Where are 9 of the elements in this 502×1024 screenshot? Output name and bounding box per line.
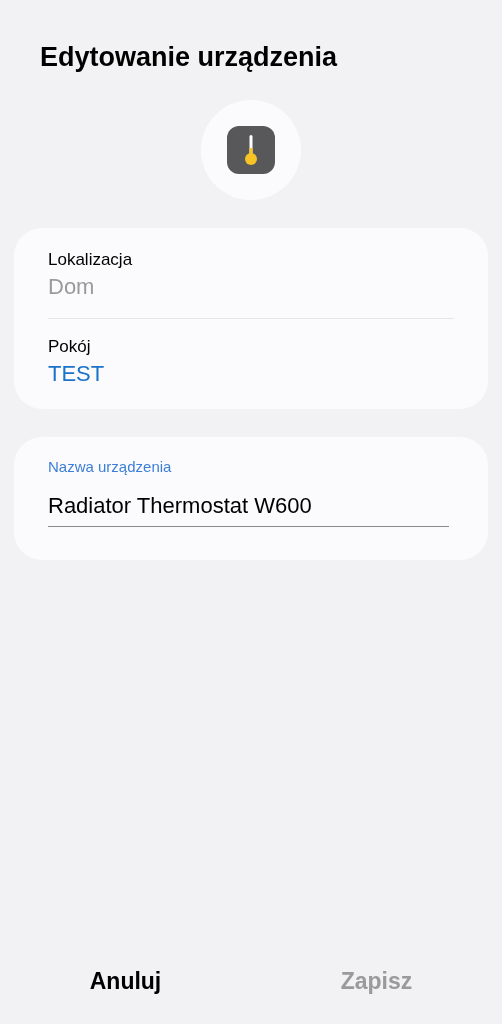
field-label: Pokój	[48, 336, 91, 358]
thermometer-icon	[227, 126, 275, 174]
device-name-input[interactable]: Radiator Thermostat W600	[48, 491, 449, 527]
field-label: Nazwa urządzenia	[48, 457, 172, 477]
field-value: Dom	[48, 273, 95, 301]
page-title: Edytowanie urządzenia	[40, 41, 338, 74]
field-label: Lokalizacja	[48, 249, 133, 271]
cancel-button[interactable]: Anuluj	[81, 957, 170, 1004]
field-value[interactable]: TEST	[48, 359, 105, 389]
